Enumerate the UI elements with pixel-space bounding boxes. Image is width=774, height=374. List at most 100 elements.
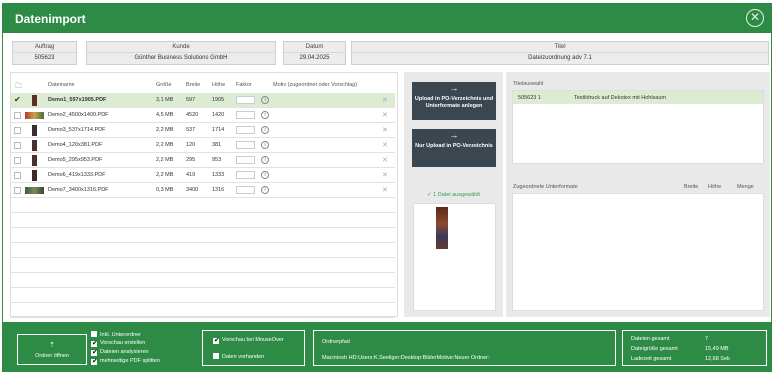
remove-icon[interactable]: ✕ [382, 96, 388, 104]
title-id: 505623 1 [518, 95, 541, 101]
option-label: Daten vorhanden [222, 354, 265, 360]
file-width: 419 [186, 172, 196, 178]
file-row[interactable]: Demo6_419x1333.PDF 2,2 MB 419 1333 i ✕ [11, 168, 395, 183]
file-row[interactable]: Demo2_4500x1400.PDF 4,5 MB 4520 1420 i ✕ [11, 108, 395, 123]
title-selection-header: Titelauswahl [513, 81, 544, 87]
preview-box [413, 203, 496, 311]
file-height: 381 [212, 142, 222, 148]
file-width: 4520 [186, 112, 199, 118]
info-icon[interactable]: i [261, 96, 269, 104]
file-size: 3,1 MB [156, 97, 174, 103]
row-checkbox[interactable] [14, 127, 21, 134]
preview-image [436, 207, 448, 249]
subformats-list [512, 193, 764, 311]
file-row[interactable]: ✔ Demo1_597x1905.PDF 3,1 MB 597 1905 i ✕ [11, 93, 395, 108]
file-row[interactable]: Demo7_3400x1316.PDF 0,3 MB 3400 1316 i ✕ [11, 183, 395, 198]
upload-only-button[interactable]: → Nur Upload in PO-Verzeichnis [412, 129, 496, 167]
file-width: 537 [186, 127, 196, 133]
empty-row [11, 258, 395, 273]
arrow-right-icon: → [449, 130, 459, 140]
checkbox-checked[interactable]: ✔ [91, 340, 98, 347]
row-checkbox[interactable] [14, 172, 21, 179]
title-row[interactable]: 505623 1 Textildruck auf Dekotex mit Hoh… [513, 91, 763, 104]
option-mouseover[interactable]: ✔ Vorschau bei MouseOver [213, 337, 284, 344]
empty-row [11, 198, 395, 213]
subformats-col-qty: Menge [737, 184, 754, 190]
remove-icon[interactable]: ✕ [382, 171, 388, 179]
row-checkbox[interactable] [14, 112, 21, 119]
file-width: 120 [186, 142, 196, 148]
file-height: 1714 [212, 127, 225, 133]
subformats-col-height: Höhe [708, 184, 722, 190]
info-icon[interactable]: i [261, 186, 269, 194]
subformats-col-width: Breite [684, 184, 699, 190]
option-analyze[interactable]: ✔ Dateien analysieren [91, 349, 149, 356]
selection-info: ✓ 1 Datei ausgewählt [404, 192, 503, 198]
remove-icon[interactable]: ✕ [382, 111, 388, 119]
upload-icon: ⇡ [49, 342, 55, 349]
info-icon[interactable]: i [261, 126, 269, 134]
option-label: Inkl. Unterordner [100, 332, 141, 338]
file-size: 0,3 MB [156, 187, 174, 193]
row-checkbox[interactable] [14, 187, 21, 194]
file-width: 597 [186, 97, 196, 103]
remove-icon[interactable]: ✕ [382, 126, 388, 134]
file-height: 1420 [212, 112, 225, 118]
row-checkbox[interactable] [14, 157, 21, 164]
row-checkbox[interactable] [14, 142, 21, 149]
checkbox-checked[interactable]: ✔ [91, 358, 98, 365]
footer-bar: ⇡ Ordner öffnen Inkl. Unterordner ✔ Vorsc… [3, 322, 771, 372]
field-datum: Datum 29.04.2025 [283, 41, 346, 65]
factor-input[interactable] [236, 96, 255, 104]
option-subfolders[interactable]: Inkl. Unterordner [91, 331, 141, 338]
option-label: Vorschau erstellen [100, 340, 146, 346]
row-checkbox-checked[interactable]: ✔ [14, 96, 21, 104]
open-folder-label: Ordner öffnen [35, 353, 69, 359]
factor-input[interactable] [236, 156, 255, 164]
remove-icon[interactable]: ✕ [382, 141, 388, 149]
upload-and-subformats-button[interactable]: → Upload in PO-Verzeichnis und Unterform… [412, 82, 496, 120]
kunde-label: Kunde [172, 44, 190, 50]
factor-input[interactable] [236, 126, 255, 134]
remove-icon[interactable]: ✕ [382, 156, 388, 164]
upload-only-label: Nur Upload in PO-Verzeichnis [415, 143, 493, 149]
open-folder-button[interactable]: ⇡ Ordner öffnen [17, 334, 87, 365]
file-thumbnail [32, 140, 37, 151]
empty-row [11, 288, 395, 303]
checkbox[interactable] [213, 353, 219, 359]
col-filename: Dateiname [48, 82, 75, 88]
factor-input[interactable] [236, 171, 255, 179]
file-thumbnail [32, 155, 37, 166]
field-titel: Titel Dateizuordnung adv 7.1 [351, 41, 769, 65]
file-row[interactable]: Demo5_295x953.PDF 2,2 MB 295 953 i ✕ [11, 153, 395, 168]
info-icon[interactable]: i [261, 171, 269, 179]
file-name: Demo2_4500x1400.PDF [48, 112, 109, 118]
factor-input[interactable] [236, 141, 255, 149]
file-row[interactable]: Demo3_537x1714.PDF 2,2 MB 537 1714 i ✕ [11, 123, 395, 138]
datum-value: 29.04.2025 [284, 52, 345, 61]
checkbox-checked[interactable]: ✔ [213, 337, 220, 344]
selection-info-text: 1 Datei ausgewählt [433, 192, 480, 198]
col-width: Breite [186, 82, 201, 88]
option-preview[interactable]: ✔ Vorschau erstellen [91, 340, 145, 347]
datum-label: Datum [305, 44, 324, 50]
info-icon[interactable]: i [261, 111, 269, 119]
remove-icon[interactable]: ✕ [382, 186, 388, 194]
title-list: 505623 1 Textildruck auf Dekotex mit Hoh… [512, 90, 764, 164]
kunde-value: Günther Business Solutions GmbH [87, 52, 275, 61]
checkbox[interactable] [91, 331, 97, 337]
file-row[interactable]: Demo4_120x381.PDF 2,2 MB 120 381 i ✕ [11, 138, 395, 153]
file-size: 4,5 MB [156, 112, 174, 118]
file-list-panel: 🗀 Dateiname Größe Breite Höhe Faktor Mot… [10, 72, 398, 318]
info-icon[interactable]: i [261, 141, 269, 149]
close-icon[interactable]: ✕ [746, 9, 764, 27]
option-data-exists[interactable]: Daten vorhanden [213, 353, 264, 360]
factor-input[interactable] [236, 186, 255, 194]
empty-row [11, 213, 395, 228]
factor-input[interactable] [236, 111, 255, 119]
stat-label: Ladezeit gesamt [631, 356, 672, 362]
checkbox-checked[interactable]: ✔ [91, 349, 98, 356]
stat-value: 15,49 MB [705, 346, 729, 352]
info-icon[interactable]: i [261, 156, 269, 164]
option-split[interactable]: ✔ mehrseitige PDF splitten [91, 358, 160, 365]
